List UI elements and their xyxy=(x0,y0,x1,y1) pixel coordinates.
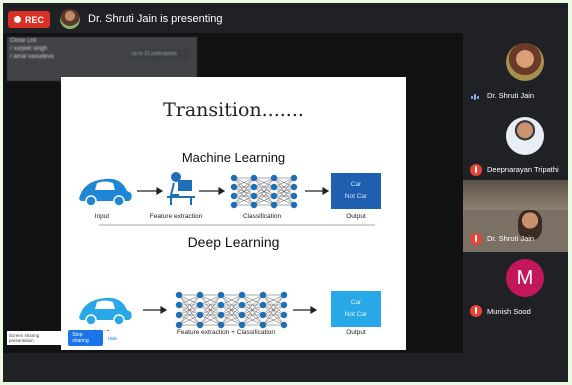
output-car: Car xyxy=(350,299,362,306)
participant-name: Dr. Shruti Jain xyxy=(487,234,535,243)
participant-tile[interactable]: Deepnarayan Tripathi xyxy=(463,107,568,179)
avatar: M xyxy=(506,259,544,297)
sharing-toast: Screen sharing presentation Stop sharing… xyxy=(7,330,117,346)
nn-node xyxy=(259,291,267,299)
chat-overlay: Close List / surjeet singh / amal vasude… xyxy=(7,37,197,81)
nn-node xyxy=(280,301,288,309)
output-not-car: Not Car xyxy=(344,193,368,200)
screen-share-area: Close List / surjeet singh / amal vasude… xyxy=(3,33,463,353)
nn-node xyxy=(196,321,204,329)
participant-tile[interactable]: Dr. Shruti Jain xyxy=(463,33,568,105)
car-icon xyxy=(79,297,132,326)
nn-node xyxy=(259,311,267,319)
speaking-indicator-icon xyxy=(471,94,479,100)
nn-node xyxy=(196,291,204,299)
nn-node xyxy=(270,183,278,191)
bottom-bar xyxy=(3,353,568,382)
nn-node xyxy=(230,183,238,191)
nn-node xyxy=(238,301,246,309)
neural-network-icon xyxy=(230,174,298,209)
nn-node xyxy=(259,301,267,309)
rec-label: REC xyxy=(24,14,44,25)
avatar xyxy=(506,43,544,81)
nn-node xyxy=(290,201,298,209)
label-input: Input xyxy=(94,213,110,220)
nn-node xyxy=(175,321,183,329)
label-output: Output xyxy=(346,329,366,336)
stop-sharing-button[interactable]: Stop sharing xyxy=(68,330,103,346)
feature-extraction-icon xyxy=(167,172,195,205)
mic-off-icon xyxy=(470,305,482,317)
nn-node xyxy=(238,291,246,299)
nn-node xyxy=(238,321,246,329)
nn-node xyxy=(230,192,238,200)
nn-node xyxy=(280,291,288,299)
nn-node xyxy=(238,311,246,319)
label-fe-classification: Feature extraction + Classification xyxy=(176,329,276,336)
record-dot-icon xyxy=(13,16,21,23)
label-feature-extraction: Feature extraction xyxy=(149,213,203,220)
car-icon xyxy=(79,178,132,207)
nn-node xyxy=(175,311,183,319)
neural-network-icon xyxy=(175,291,288,329)
toast-text: Screen sharing presentation xyxy=(9,333,40,343)
mic-off-icon xyxy=(470,164,482,176)
participant-tile[interactable]: Dr. Shruti Jain xyxy=(463,180,568,252)
mic-off-icon xyxy=(470,233,482,245)
output-box-ml xyxy=(331,173,381,209)
nn-node xyxy=(290,174,298,182)
nn-node xyxy=(175,301,183,309)
nn-node xyxy=(230,201,238,209)
nn-node xyxy=(270,174,278,182)
presenter-text: Dr. Shruti Jain is presenting xyxy=(88,13,223,25)
nn-node xyxy=(250,183,258,191)
chat-line: Close List xyxy=(10,38,37,44)
nn-node xyxy=(196,311,204,319)
output-box-dl xyxy=(331,291,381,327)
nn-node xyxy=(217,291,225,299)
video-feed xyxy=(463,180,568,210)
participant-tile[interactable]: M Munish Sood xyxy=(463,254,568,326)
nn-node xyxy=(230,174,238,182)
participant-name: Munish Sood xyxy=(487,307,531,316)
nn-node xyxy=(250,201,258,209)
nn-node xyxy=(290,183,298,191)
nn-node xyxy=(196,301,204,309)
nn-node xyxy=(259,321,267,329)
nn-node xyxy=(217,301,225,309)
nn-node xyxy=(270,192,278,200)
participant-name: Deepnarayan Tripathi xyxy=(487,165,559,174)
output-car: Car xyxy=(350,181,362,188)
nn-node xyxy=(175,291,183,299)
recording-badge: REC xyxy=(8,11,50,28)
nn-node xyxy=(270,201,278,209)
dl-section-title: Deep Learning xyxy=(187,234,280,250)
top-bar: REC Dr. Shruti Jain is presenting xyxy=(3,3,568,33)
arrow-icon xyxy=(143,305,318,315)
nn-node xyxy=(280,321,288,329)
label-classification: Classification xyxy=(242,213,282,220)
nn-node xyxy=(217,311,225,319)
nn-node xyxy=(250,192,258,200)
label-output: Output xyxy=(346,213,366,220)
presentation-slide: Transition....... Machine Learning Input… xyxy=(61,77,406,350)
participants-tag: Up to 21 participants xyxy=(129,49,191,61)
avatar xyxy=(506,117,544,155)
nn-node xyxy=(250,174,258,182)
nn-node xyxy=(290,192,298,200)
nn-node xyxy=(280,311,288,319)
meet-window: REC Dr. Shruti Jain is presenting Close … xyxy=(3,3,568,382)
output-not-car: Not Car xyxy=(344,311,368,318)
hide-button[interactable]: Hide xyxy=(108,336,117,341)
presenter-avatar xyxy=(60,9,80,29)
participant-name: Dr. Shruti Jain xyxy=(487,91,535,100)
nn-node xyxy=(217,321,225,329)
